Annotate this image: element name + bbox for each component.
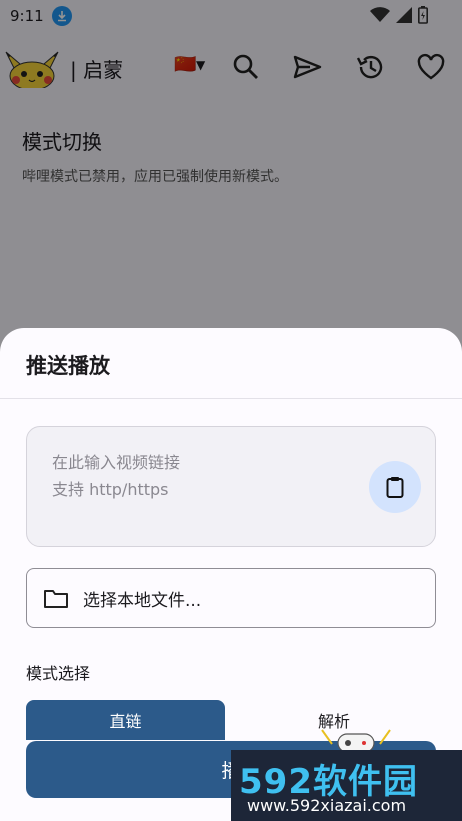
choose-local-file-button[interactable]: 选择本地文件... [26,568,436,628]
video-url-input[interactable]: 在此输入视频链接 支持 http/https [26,426,436,547]
file-picker-label: 选择本地文件... [83,590,202,611]
sheet-divider [0,398,462,399]
clipboard-icon [386,477,404,498]
watermark: 592软件园 www.592xiazai.com [231,750,462,821]
folder-icon [44,590,68,608]
watermark-url: www.592xiazai.com [247,796,407,815]
url-placeholder: 在此输入视频链接 支持 http/https [52,453,181,499]
paste-button[interactable] [369,461,421,513]
mode-direct-link[interactable]: 直链 [26,700,225,740]
mode-label: 模式选择 [26,664,91,683]
sheet-title: 推送播放 [26,354,110,378]
